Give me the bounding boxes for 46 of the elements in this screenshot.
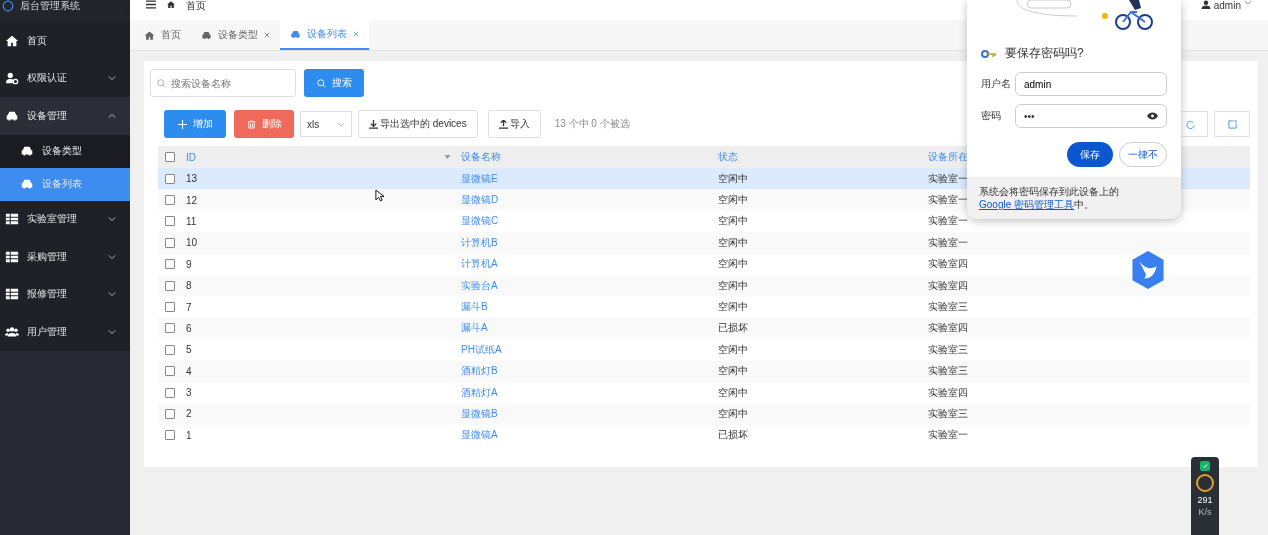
table-cell: 空闲中 bbox=[718, 407, 748, 421]
table-cell: 1 bbox=[186, 429, 192, 441]
table-cell: 6 bbox=[186, 322, 192, 334]
table-cell: 空闲中 bbox=[718, 342, 748, 357]
table-cell: 实验室三 bbox=[928, 364, 968, 379]
table-cell: 已损坏 bbox=[718, 321, 748, 336]
speed-unit: K/s bbox=[1198, 507, 1212, 517]
table-cell: 空闲中 bbox=[718, 214, 748, 229]
table-cell: 空闲中 bbox=[718, 257, 748, 272]
table-cell: 13 bbox=[186, 173, 198, 185]
table-cell: 实验室一 bbox=[928, 171, 968, 186]
table-cell: 7 bbox=[186, 301, 192, 313]
table-cell: 11 bbox=[186, 215, 197, 227]
table-cell: 空闲中 bbox=[718, 278, 748, 293]
table-cell: 12 bbox=[186, 194, 198, 206]
table-cell: 实验室四 bbox=[928, 257, 968, 272]
table-cell: 2 bbox=[186, 408, 192, 420]
table-cell: 实验室四 bbox=[928, 278, 968, 293]
table-cell: 实验室四 bbox=[928, 321, 968, 336]
table-cell: 空闲中 bbox=[718, 193, 748, 208]
table-cell: 5 bbox=[186, 344, 192, 356]
selection-count: 13 个中 0 个被选 bbox=[554, 117, 630, 131]
table-cell: 实验室三 bbox=[928, 300, 968, 315]
table-cell: 空闲中 bbox=[718, 235, 748, 250]
table-cell: 10 bbox=[186, 237, 198, 249]
speed-value: 291 bbox=[1197, 495, 1213, 505]
table-cell: 实验室一 bbox=[928, 214, 968, 229]
table-cell: 空闲中 bbox=[718, 171, 748, 186]
app-title: 后台管理系统 bbox=[20, 0, 80, 12]
table-cell: 已损坏 bbox=[718, 428, 748, 443]
table-cell: 实验室一 bbox=[928, 235, 968, 250]
table-cell: 3 bbox=[186, 387, 192, 399]
table-cell: 8 bbox=[186, 280, 192, 292]
table-cell: 空闲中 bbox=[718, 385, 748, 400]
table-cell: 实验室一 bbox=[928, 193, 968, 208]
table-cell: 实验室一 bbox=[928, 428, 968, 443]
field-label: 密码 bbox=[981, 109, 1002, 123]
table-cell: 实验室三 bbox=[928, 407, 968, 421]
table-cell: 4 bbox=[186, 365, 192, 377]
table-cell: 实验室四 bbox=[928, 385, 968, 400]
field-label: 用户名 bbox=[981, 77, 1012, 91]
table-cell: 9 bbox=[186, 258, 192, 270]
table-cell: 空闲中 bbox=[718, 364, 748, 379]
table-cell: 实验室三 bbox=[928, 342, 968, 357]
table-cell: 空闲中 bbox=[718, 300, 748, 315]
dialog-title: 要保存密码吗? bbox=[1005, 45, 1084, 62]
